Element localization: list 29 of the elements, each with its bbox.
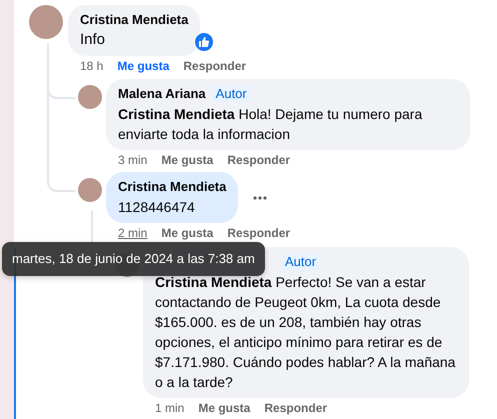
thread-connector <box>47 43 75 99</box>
author-name[interactable]: Cristina Mendieta <box>80 12 188 28</box>
comment-text: 1128446474 <box>118 198 196 217</box>
timestamp-link[interactable]: 1 min <box>155 400 184 416</box>
reply-link[interactable]: Responder <box>264 400 328 416</box>
reply-link[interactable]: Responder <box>183 58 246 74</box>
avatar[interactable] <box>78 85 102 109</box>
timestamp-link[interactable]: 2 min <box>118 225 148 241</box>
timestamp-link[interactable]: 3 min <box>118 152 148 168</box>
like-reaction-icon[interactable] <box>194 32 214 52</box>
avatar[interactable] <box>29 5 63 39</box>
author-badge: Autor <box>281 254 320 270</box>
thread-connector <box>47 168 75 192</box>
author-badge: Autor <box>212 86 251 102</box>
reply-link[interactable]: Responder <box>227 225 290 241</box>
date-tooltip: martes, 18 de junio de 2024 a las 7:38 am <box>2 242 265 276</box>
timestamp-link[interactable]: 18 h <box>80 58 104 74</box>
comment-text: Info <box>80 30 106 50</box>
author-name[interactable]: Cristina Mendieta <box>118 179 226 195</box>
like-link[interactable]: Me gusta <box>161 152 214 168</box>
like-link[interactable]: Me gusta <box>117 58 170 74</box>
comment-text: Cristina Mendieta Perfecto! Se van a estar contactando de Peugeot 0km, La cuota desde $165.000. es de un 208, también hay otras opciones, el anticipo mínimo para retirar es de $7.171.980. Cuándo podes hablar? A la mañana o a la tarde? <box>155 273 456 392</box>
reply-link[interactable]: Responder <box>227 152 290 168</box>
comment-text: Cristina Mendieta Hola! Dejame tu numero para enviarte toda la informacion <box>118 105 424 144</box>
avatar[interactable] <box>78 178 102 202</box>
more-options-icon[interactable] <box>252 196 268 200</box>
author-name[interactable]: Malena Ariana <box>118 86 206 102</box>
like-link[interactable]: Me gusta <box>198 400 250 416</box>
like-link[interactable]: Me gusta <box>161 225 214 241</box>
